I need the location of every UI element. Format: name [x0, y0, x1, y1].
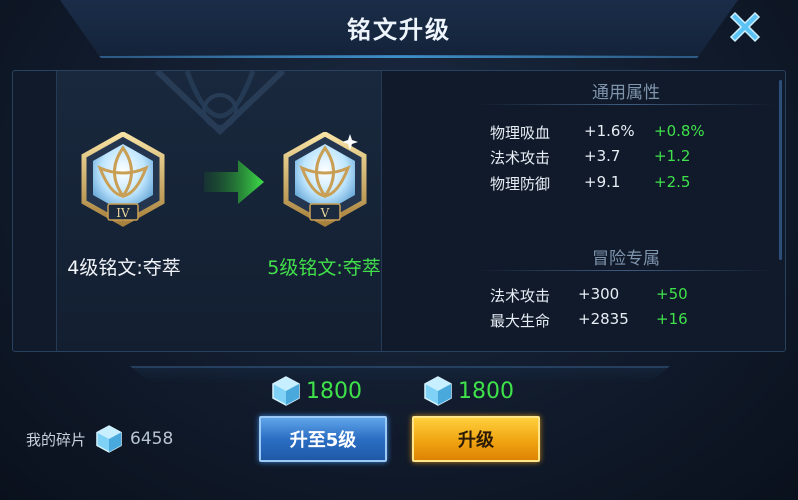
upgrade-button[interactable]: 升级: [412, 416, 540, 462]
section-divider: [476, 270, 776, 271]
stats-scrollbar[interactable]: [779, 80, 782, 260]
my-fragments: 我的碎片 6458: [26, 424, 173, 454]
stat-base: +1.6%: [584, 122, 635, 140]
stat-name: 物理吸血: [490, 124, 551, 142]
close-icon: [729, 11, 761, 43]
stat-base: +3.7: [584, 147, 621, 165]
section-divider: [476, 104, 776, 105]
stat-increase: +0.8%: [654, 122, 705, 140]
stat-name: 法术攻击: [490, 149, 551, 167]
rune-level-4-icon: IV: [81, 132, 165, 227]
cost-value: 1800: [458, 378, 514, 404]
rune-level-4-numeral: IV: [116, 206, 130, 220]
cost-upgrade: 1800: [424, 374, 514, 408]
crystal-icon: [96, 425, 122, 453]
cost-value: 1800: [306, 378, 362, 404]
arrow-right-icon: [204, 160, 264, 204]
rune-level-5-icon: V: [283, 132, 367, 227]
stat-base: +9.1: [584, 173, 621, 191]
stat-name: 物理防御: [490, 175, 551, 193]
bottom-decor: [130, 366, 670, 384]
stat-increase: +2.5: [654, 173, 691, 191]
cost-upgrade-to-5: 1800: [272, 374, 362, 408]
title-glow: [120, 55, 680, 58]
stat-name: 法术攻击: [490, 287, 551, 305]
section-heading-adventure: 冒险专属: [592, 249, 660, 269]
rune-level-5-numeral: V: [320, 206, 330, 220]
stat-increase: +16: [656, 310, 688, 328]
next-rune-name: 5级铭文:夺萃: [267, 257, 381, 279]
current-rune-name: 4级铭文:夺萃: [67, 257, 181, 279]
dialog-title: 铭文升级: [347, 16, 451, 44]
close-button[interactable]: [720, 4, 770, 50]
fragments-label: 我的碎片: [26, 430, 87, 449]
stat-base: +2835: [578, 310, 629, 328]
stat-increase: +50: [656, 285, 688, 303]
stat-increase: +1.2: [654, 147, 691, 165]
stat-name: 最大生命: [490, 312, 551, 330]
crystal-icon: [272, 376, 300, 406]
crystal-icon: [424, 376, 452, 406]
upgrade-to-level-5-button[interactable]: 升至5级: [259, 416, 387, 462]
stat-base: +300: [578, 285, 620, 303]
fragments-value: 6458: [130, 429, 174, 449]
section-heading-general: 通用属性: [592, 83, 660, 103]
